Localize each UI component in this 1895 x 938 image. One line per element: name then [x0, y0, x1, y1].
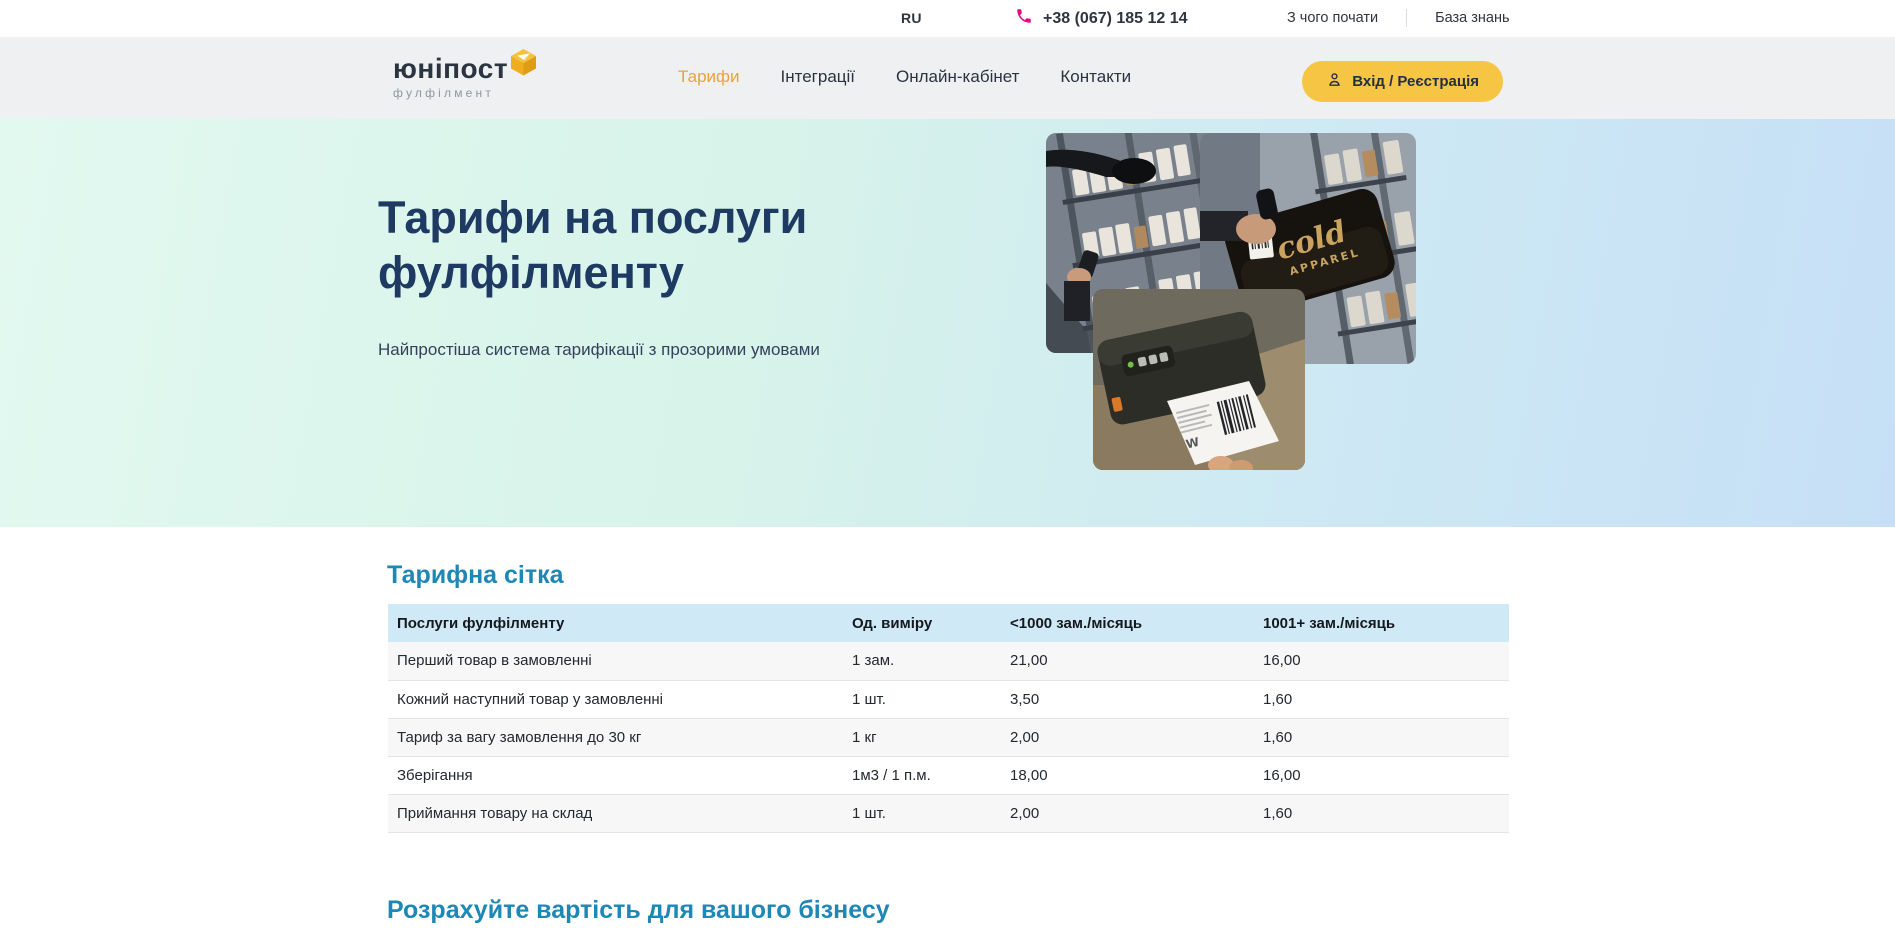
table-cell: 2,00 — [1010, 794, 1263, 832]
table-row: Тариф за вагу замовлення до 30 кг1 кг2,0… — [388, 718, 1509, 756]
nav-online-cabinet[interactable]: Онлайн-кабінет — [896, 67, 1019, 87]
table-cell: Тариф за вагу замовлення до 30 кг — [388, 718, 852, 756]
login-button-label: Вхід / Реєстрація — [1352, 73, 1479, 90]
table-cell: 16,00 — [1263, 642, 1509, 680]
table-cell: 1,60 — [1263, 680, 1509, 718]
table-cell: 1м3 / 1 п.м. — [852, 756, 1010, 794]
table-row: Перший товар в замовленні1 зам.21,0016,0… — [388, 642, 1509, 680]
column-header-unit: Од. виміру — [852, 604, 1010, 642]
topbar-link-knowledge-base[interactable]: База знань — [1435, 10, 1509, 26]
table-cell: 21,00 — [1010, 642, 1263, 680]
photo-label-printer: W — [1093, 289, 1305, 470]
table-cell: Перший товар в замовленні — [388, 642, 852, 680]
table-cell: 2,00 — [1010, 718, 1263, 756]
login-register-button[interactable]: Вхід / Реєстрація — [1302, 61, 1503, 102]
topbar: RU +38 (067) 185 12 14 З чого почати Баз… — [0, 0, 1895, 37]
table-cell: 1 шт. — [852, 794, 1010, 832]
pricing-table: Послуги фулфілменту Од. виміру <1000 зам… — [388, 604, 1509, 833]
topbar-link-getting-started[interactable]: З чого почати — [1287, 10, 1378, 26]
logo-title: юніпост — [393, 55, 508, 83]
nav-tariffs[interactable]: Тарифи — [678, 67, 740, 87]
logo[interactable]: юніпост фулфілмент — [393, 55, 508, 100]
calculator-section-title: Розрахуйте вартість для вашого бізнесу — [387, 896, 890, 925]
table-cell: 1 шт. — [852, 680, 1010, 718]
table-cell: Кожний наступний товар у замовленні — [388, 680, 852, 718]
cube-logo-icon — [510, 48, 537, 81]
column-header-under-1000: <1000 зам./місяць — [1010, 604, 1263, 642]
table-cell: 1 зам. — [852, 642, 1010, 680]
table-cell: 18,00 — [1010, 756, 1263, 794]
pricing-section-title: Тарифна сітка — [387, 561, 564, 590]
topbar-divider — [1406, 9, 1407, 27]
table-cell: Зберігання — [388, 756, 852, 794]
phone-icon — [1015, 7, 1033, 30]
page-title: Тарифи на послуги фулфілменту — [378, 191, 898, 301]
table-row: Зберігання1м3 / 1 п.м.18,0016,00 — [388, 756, 1509, 794]
column-header-over-1001: 1001+ зам./місяць — [1263, 604, 1509, 642]
main-nav: Тарифи Інтеграції Онлайн-кабінет Контакт… — [678, 67, 1131, 87]
logo-subtitle: фулфілмент — [393, 86, 508, 100]
table-cell: Приймання товару на склад — [388, 794, 852, 832]
nav-contacts[interactable]: Контакти — [1060, 67, 1131, 87]
site-header: юніпост фулфілмент Тарифи Інтеграції Онл… — [0, 37, 1895, 119]
column-header-service: Послуги фулфілменту — [388, 604, 852, 642]
table-cell: 3,50 — [1010, 680, 1263, 718]
table-row: Кожний наступний товар у замовленні1 шт.… — [388, 680, 1509, 718]
table-cell: 1,60 — [1263, 794, 1509, 832]
phone-number: +38 (067) 185 12 14 — [1043, 10, 1188, 28]
language-switcher[interactable]: RU — [901, 10, 922, 26]
table-header-row: Послуги фулфілменту Од. виміру <1000 зам… — [388, 604, 1509, 642]
phone-link[interactable]: +38 (067) 185 12 14 — [1015, 7, 1188, 30]
nav-integrations[interactable]: Інтеграції — [781, 67, 856, 87]
table-cell: 1,60 — [1263, 718, 1509, 756]
table-row: Приймання товару на склад1 шт.2,001,60 — [388, 794, 1509, 832]
page-subtitle: Найпростіша система тарифікації з прозор… — [378, 340, 820, 360]
pricing-section: Тарифна сітка Послуги фулфілменту Од. ви… — [0, 527, 1895, 938]
pricing-table-body: Перший товар в замовленні1 зам.21,0016,0… — [388, 642, 1509, 832]
table-cell: 16,00 — [1263, 756, 1509, 794]
user-icon — [1326, 71, 1343, 92]
topbar-links: З чого почати База знань — [1287, 9, 1510, 27]
hero-section: Тарифи на послуги фулфілменту Найпростіш… — [0, 119, 1895, 527]
table-cell: 1 кг — [852, 718, 1010, 756]
